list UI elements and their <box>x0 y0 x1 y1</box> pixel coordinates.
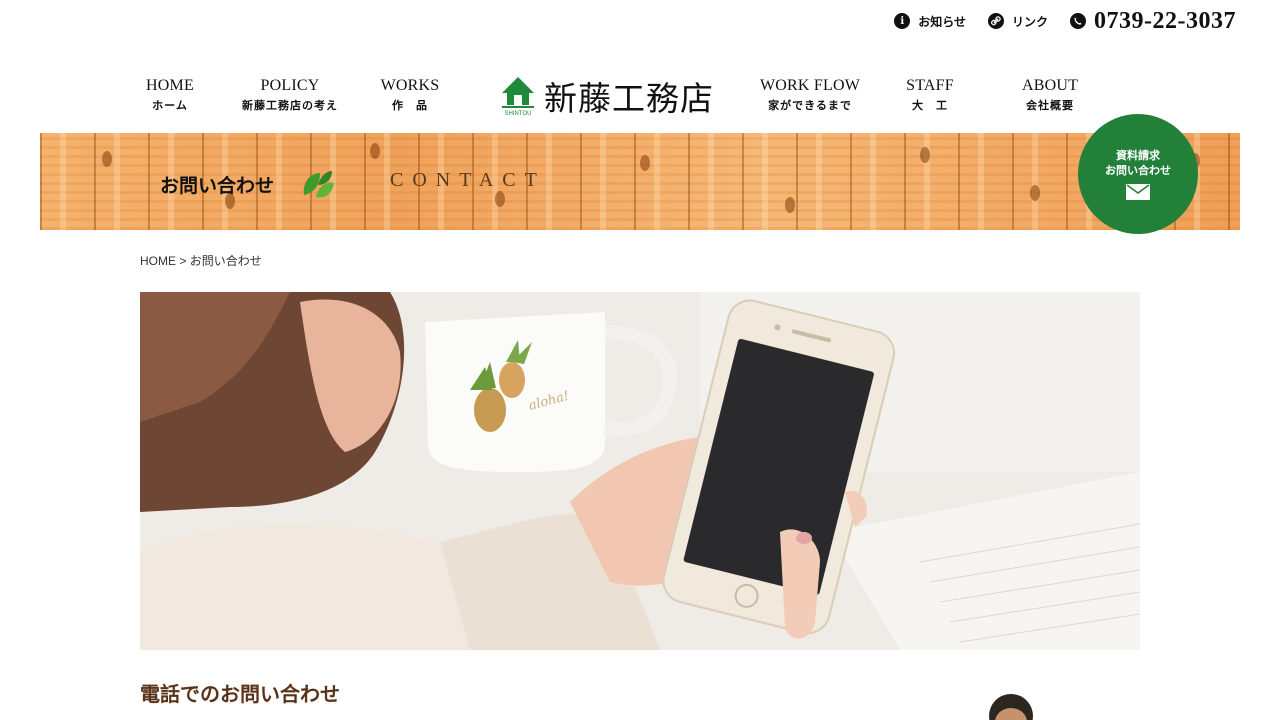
nav-policy[interactable]: POLICY 新藤工務店の考え <box>225 76 355 113</box>
phone-contact-heading: 電話でのお問い合わせ <box>140 682 340 706</box>
nav-works[interactable]: WORKS 作 品 <box>345 76 475 113</box>
nav-about-jp: 会社概要 <box>1026 99 1074 112</box>
nav-about-en: ABOUT <box>1021 77 1079 94</box>
nav-policy-jp: 新藤工務店の考え <box>242 99 338 112</box>
hero-photo: aloha! <box>140 292 1140 650</box>
site-logo[interactable]: SHINTOU 新藤工務店 <box>500 72 714 120</box>
phone-number: 0739-22-3037 <box>1094 7 1236 34</box>
logo-sub: SHINTOU <box>505 111 532 117</box>
nav-works-jp: 作 品 <box>392 99 428 112</box>
house-logo-icon: SHINTOU <box>502 77 534 117</box>
nav-home[interactable]: HOME ホーム <box>105 76 235 113</box>
nav-workflow-en: WORK FLOW <box>759 77 860 94</box>
info-icon: i <box>894 13 911 29</box>
breadcrumb-current: お問い合わせ <box>189 254 262 268</box>
page-title: お問い合わせ <box>160 175 275 197</box>
leaf-icon <box>303 171 334 198</box>
contact-line2: お問い合わせ <box>1105 164 1171 177</box>
nav-about[interactable]: ABOUT 会社概要 <box>985 76 1115 113</box>
link-icon <box>988 13 1004 29</box>
breadcrumb-separator: > <box>176 254 190 268</box>
news-link[interactable]: i お知らせ <box>894 13 966 30</box>
nav-home-jp: ホーム <box>152 99 188 112</box>
link-label: リンク <box>1012 14 1049 29</box>
nav-staff[interactable]: STAFF 大 工 <box>865 76 995 113</box>
phone-icon <box>1070 13 1087 29</box>
contact-line1: 資料請求 <box>1116 149 1160 162</box>
page-banner: お問い合わせ CONTACT <box>40 133 1240 230</box>
news-label: お知らせ <box>918 14 966 29</box>
mail-icon <box>1126 184 1150 200</box>
breadcrumb: HOME > お問い合わせ <box>140 252 262 269</box>
staff-portrait <box>989 694 1033 720</box>
nav-staff-en: STAFF <box>906 77 954 94</box>
nav-staff-jp: 大 工 <box>912 99 948 112</box>
contact-request-button[interactable]: 資料請求 お問い合わせ <box>1078 114 1198 234</box>
nav-workflow-jp: 家ができるまで <box>768 99 852 112</box>
breadcrumb-home[interactable]: HOME <box>140 254 176 268</box>
link-page-link[interactable]: リンク <box>988 13 1048 30</box>
nav-workflow[interactable]: WORK FLOW 家ができるまで <box>745 76 875 113</box>
hero-image: aloha! <box>140 292 1140 650</box>
page-subtitle: CONTACT <box>390 169 546 191</box>
nav-policy-en: POLICY <box>260 77 320 94</box>
nav-home-en: HOME <box>146 77 194 94</box>
logo-name: 新藤工務店 <box>544 79 714 118</box>
phone-link[interactable]: 0739-22-3037 <box>1070 8 1236 35</box>
utility-bar: i お知らせ リンク 0739-22-3037 <box>894 6 1236 36</box>
nav-works-en: WORKS <box>380 77 440 94</box>
